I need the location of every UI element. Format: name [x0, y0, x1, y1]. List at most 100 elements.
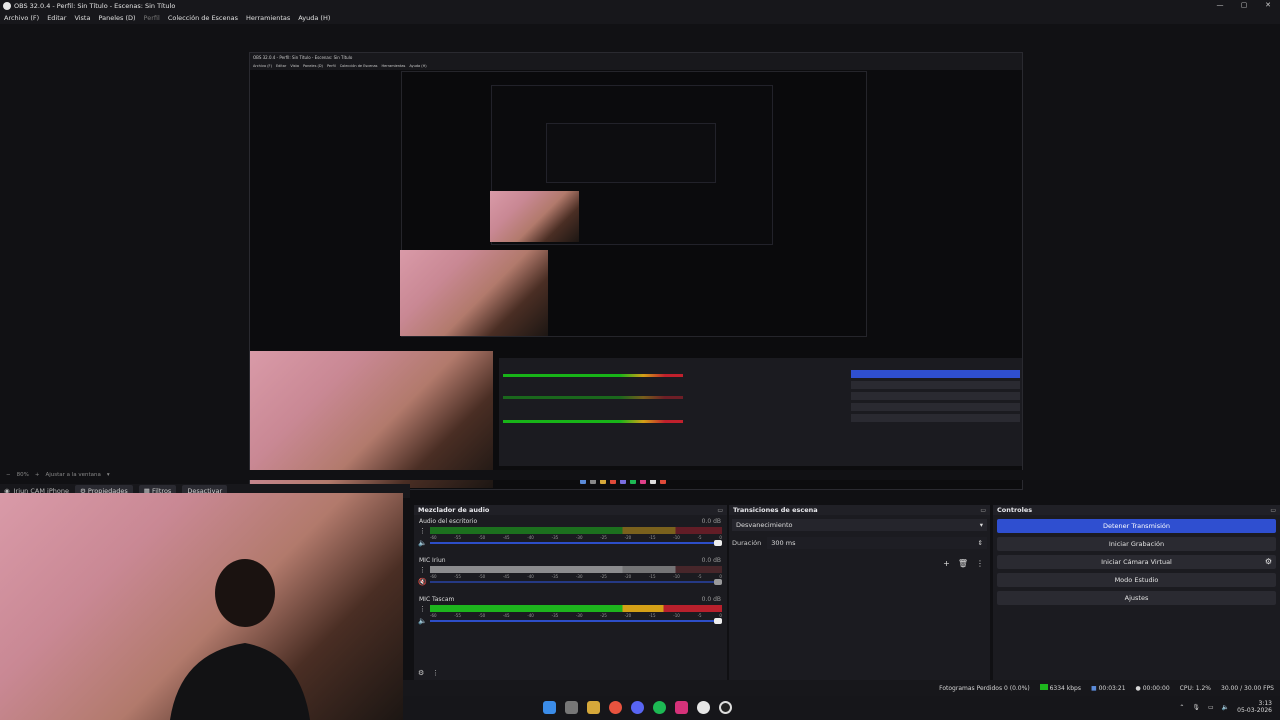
- chrome-icon[interactable]: [609, 701, 622, 714]
- stop-stream-button[interactable]: Detener Transmisión: [997, 519, 1276, 533]
- volume-icon[interactable]: 🔈: [1222, 704, 1229, 711]
- duration-spinbox[interactable]: 300 ms ⇕: [767, 537, 987, 549]
- volume-slider[interactable]: [430, 540, 722, 546]
- zoom-minus-icon[interactable]: −: [6, 472, 11, 478]
- menu-view[interactable]: Vista: [74, 14, 90, 22]
- transitions-header: Transiciones de escena ▭: [729, 505, 990, 515]
- audio-mixer-panel: Mezclador de audio ▭ Audio del escritori…: [414, 505, 728, 680]
- rec-time: 00:00:00: [1142, 684, 1170, 692]
- channel-db: 0.0 dB: [701, 596, 721, 603]
- mixer-menu-icon[interactable]: ⋮: [432, 669, 439, 677]
- clock-date: 05-03-2026: [1237, 707, 1272, 714]
- maximize-button[interactable]: ▢: [1232, 0, 1256, 12]
- menu-docks[interactable]: Paneles (D): [98, 14, 135, 22]
- channel-menu-icon[interactable]: ⋮: [419, 605, 426, 613]
- duration-value: 300 ms: [771, 539, 796, 547]
- volume-slider[interactable]: [430, 579, 722, 585]
- chevron-down-icon[interactable]: ▾: [107, 472, 110, 478]
- preview-canvas[interactable]: OBS 32.0.4 - Perfil: Sin Título - Escena…: [0, 24, 1280, 490]
- channel-menu-icon[interactable]: ⋮: [419, 527, 426, 535]
- gear-icon[interactable]: ⚙: [1265, 555, 1272, 569]
- nested-menu-bar: Archivo (F) Editar Vista Paneles (D) Per…: [250, 62, 1022, 70]
- bitrate-value: 6334 kbps: [1049, 685, 1081, 692]
- bitrate-status: 6334 kbps: [1039, 684, 1081, 692]
- chevron-up-icon[interactable]: ⌃: [1179, 704, 1184, 711]
- menu-edit[interactable]: Editar: [47, 14, 66, 22]
- transition-select[interactable]: Desvanecimiento ▾: [732, 519, 987, 531]
- microphone-icon[interactable]: 🎙: [1192, 704, 1200, 711]
- rec-icon: ●: [1135, 684, 1143, 692]
- dock-icon[interactable]: ▭: [717, 507, 723, 514]
- start-virtual-cam-button[interactable]: Iniciar Cámara Virtual ⚙: [997, 555, 1276, 569]
- menu-file[interactable]: Archivo (F): [4, 14, 39, 22]
- instagram-icon[interactable]: [675, 701, 688, 714]
- duration-row: Duración 300 ms ⇕: [732, 537, 987, 549]
- add-icon[interactable]: +: [943, 559, 950, 568]
- windows-start-icon[interactable]: [543, 701, 556, 714]
- menu-profile[interactable]: Perfil: [144, 14, 160, 22]
- spin-arrows-icon[interactable]: ⇕: [978, 539, 983, 547]
- channel-menu-icon[interactable]: ⋮: [419, 566, 426, 574]
- slider-knob[interactable]: [714, 618, 722, 624]
- nested-capture-level-4: [546, 123, 716, 183]
- settings-button[interactable]: Ajustes: [997, 591, 1276, 605]
- obs-taskbar-icon[interactable]: [719, 701, 732, 714]
- nested-settings: [851, 414, 1020, 422]
- volume-meter: [430, 566, 722, 573]
- chevron-down-icon: ▾: [979, 521, 983, 529]
- dock-icon[interactable]: ▭: [1270, 507, 1276, 514]
- slider-knob[interactable]: [714, 540, 722, 546]
- meter-ticks: -60 -55 -50 -45 -40 -35 -30 -25 -20 -15 -10 -5 0: [430, 574, 722, 579]
- nested-menu-scenes: Colección de Escenas: [339, 64, 378, 68]
- volume-meter: [430, 605, 722, 612]
- slider-knob[interactable]: [714, 579, 722, 585]
- menu-tools[interactable]: Herramientas: [246, 14, 290, 22]
- mixer-header: Mezclador de audio ▭: [414, 505, 727, 515]
- trash-icon[interactable]: 🗑: [958, 559, 968, 568]
- meter-ticks: -60 -55 -50 -45 -40 -35 -30 -25 -20 -15 -10 -5 0: [430, 535, 722, 540]
- menu-bar: Archivo (F) Editar Vista Paneles (D) Per…: [0, 12, 1280, 24]
- zoom-plus-icon[interactable]: +: [35, 472, 40, 478]
- channel-db: 0.0 dB: [701, 557, 721, 564]
- obs-logo-icon: [3, 2, 11, 10]
- taskbar-apps: [543, 701, 732, 714]
- mixer-title: Mezclador de audio: [418, 506, 490, 514]
- nested-title-bar: OBS 32.0.4 - Perfil: Sin Título - Escena…: [250, 53, 1022, 62]
- nested-camera-level-1: [250, 351, 493, 488]
- speaker-icon[interactable]: 🔈: [418, 539, 427, 547]
- studio-mode-button[interactable]: Modo Estudio: [997, 573, 1276, 587]
- network-icon[interactable]: ▭: [1208, 704, 1214, 711]
- zoom-level[interactable]: 80%: [17, 472, 29, 478]
- speaker-icon[interactable]: 🔈: [418, 617, 427, 625]
- system-tray: ⌃ 🎙 ▭ 🔈 3:13 05-03-2026: [1179, 700, 1272, 714]
- stream-status: ■ 00:03:21: [1091, 685, 1126, 692]
- nested-menu-docks: Paneles (D): [302, 64, 323, 68]
- close-button[interactable]: ✕: [1256, 0, 1280, 12]
- menu-scene-collection[interactable]: Colección de Escenas: [168, 14, 238, 22]
- dock-icon[interactable]: ▭: [980, 507, 986, 514]
- fit-window-label[interactable]: Ajustar a la ventana: [45, 472, 100, 478]
- nested-studio-mode: [851, 403, 1020, 411]
- discord-icon[interactable]: [631, 701, 644, 714]
- mixer-channel-desktop: Audio del escritorio 0.0 dB ⋮ -60 -55 -50-…: [414, 515, 727, 554]
- advanced-audio-icon[interactable]: ⚙: [418, 669, 424, 677]
- muted-speaker-icon[interactable]: 🔇: [418, 578, 427, 586]
- nested-start-recording: [851, 381, 1020, 389]
- title-bar: OBS 32.0.4 - Perfil: Sin Título - Escena…: [0, 0, 1280, 12]
- file-explorer-icon[interactable]: [587, 701, 600, 714]
- minimize-button[interactable]: —: [1208, 0, 1232, 12]
- task-view-icon[interactable]: [565, 701, 578, 714]
- clock[interactable]: 3:13 05-03-2026: [1237, 700, 1272, 714]
- menu-help[interactable]: Ayuda (H): [298, 14, 330, 22]
- cpu-usage: CPU: 1.2%: [1179, 684, 1212, 692]
- more-icon[interactable]: ⋮: [976, 559, 984, 568]
- volume-slider[interactable]: [430, 618, 722, 624]
- duration-label: Duración: [732, 539, 762, 547]
- nested-virtual-cam: [851, 392, 1020, 400]
- start-recording-button[interactable]: Iniciar Grabación: [997, 537, 1276, 551]
- spotify-icon[interactable]: [653, 701, 666, 714]
- controls-title: Controles: [997, 506, 1033, 514]
- dropped-frames: Fotogramas Perdidos 0 (0.0%): [939, 684, 1030, 692]
- volume-meter: [430, 527, 722, 534]
- app-icon[interactable]: [697, 701, 710, 714]
